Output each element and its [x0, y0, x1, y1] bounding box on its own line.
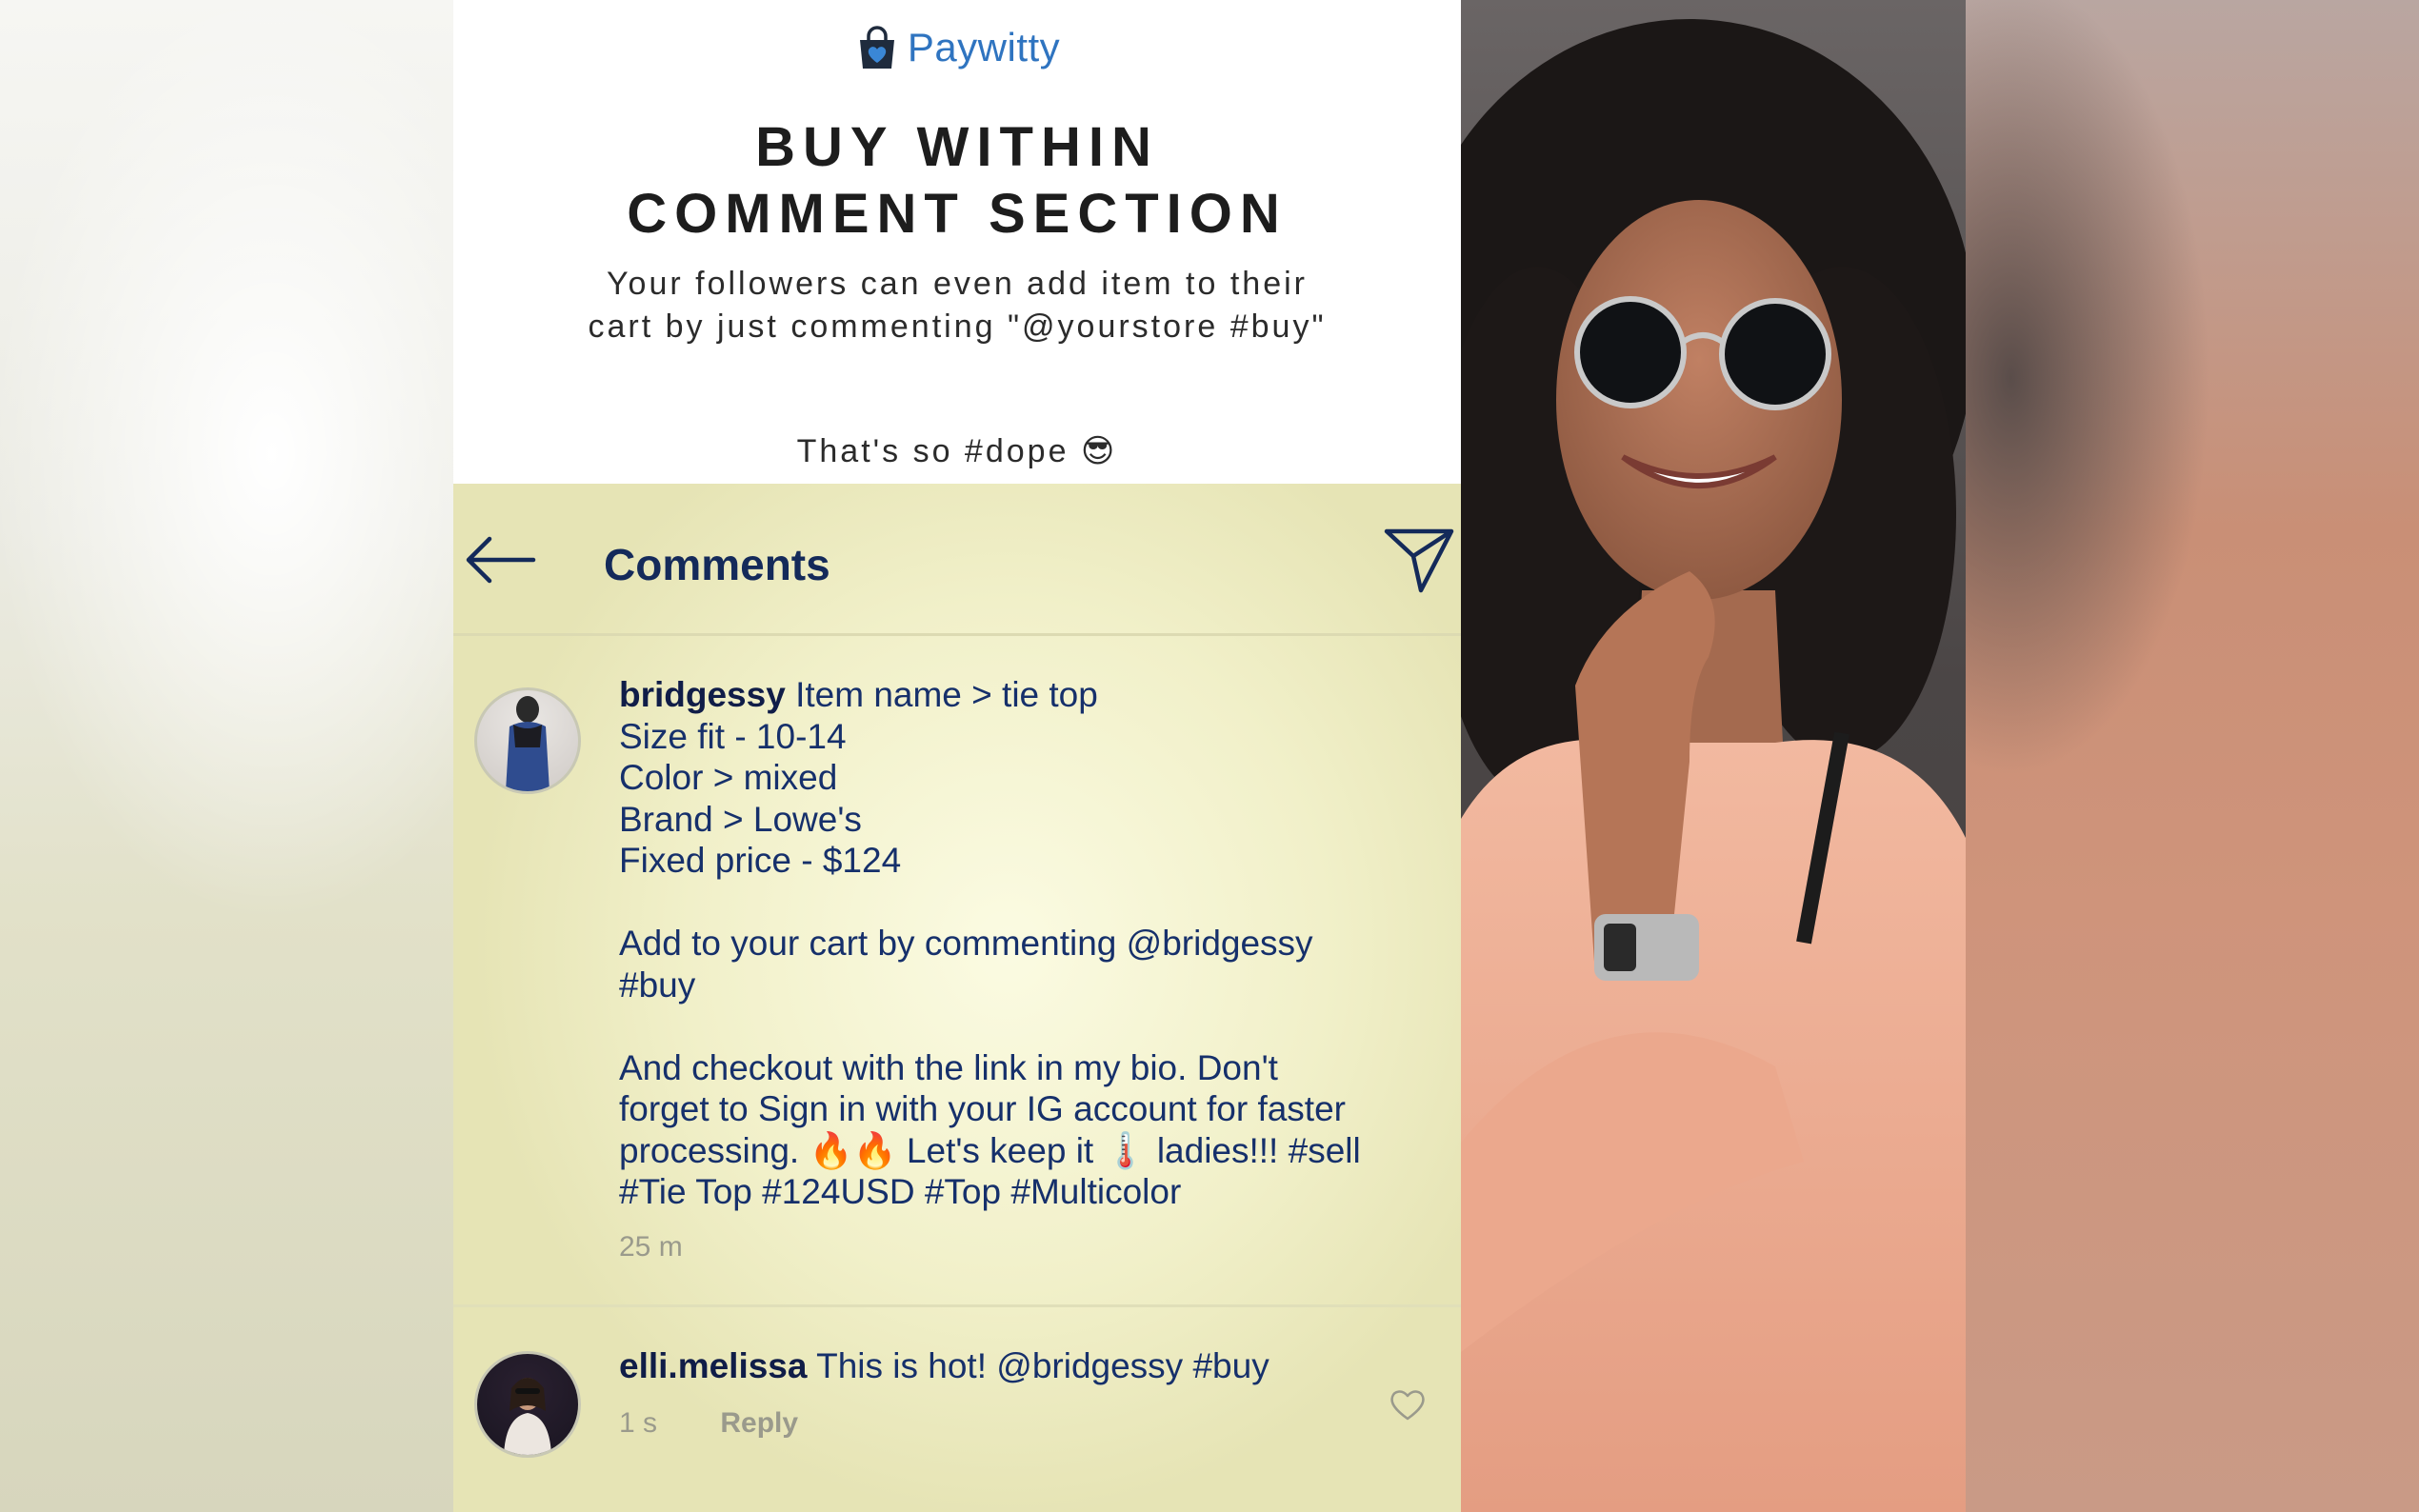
promo-header-panel: Paywitty BUY WITHIN COMMENT SECTION Your… [453, 0, 1461, 484]
brand-logo: Paywitty [453, 25, 1461, 70]
shopping-bag-heart-icon [859, 26, 894, 69]
comment-text: This is hot! @bridgessy #buy [816, 1346, 1269, 1385]
avatar[interactable] [474, 687, 581, 794]
tagline: That's so #dope 😎 [796, 433, 1118, 469]
comment-timestamp: 1 s [619, 1406, 658, 1439]
brand-name: Paywitty [907, 25, 1061, 70]
comment-line: And checkout with the link in my bio. Do… [619, 1047, 1278, 1087]
comment-item: elli.melissa This is hot! @bridgessy #bu… [453, 1304, 1461, 1458]
blurred-background-left [0, 0, 453, 1512]
comment-line: Fixed price - $124 [619, 841, 902, 880]
headline-line-1: BUY WITHIN [755, 116, 1159, 178]
comment-line: #Tie Top #124USD #Top #Multicolor [619, 1172, 1182, 1211]
comment-line: Brand > Lowe's [619, 799, 862, 839]
comment-timestamp: 25 m [619, 1230, 683, 1263]
comment-line: Size fit - 10-14 [619, 716, 847, 756]
headline: BUY WITHIN COMMENT SECTION [453, 114, 1461, 248]
woman-photo-illustration [1461, 19, 1966, 1512]
arrow-left-icon[interactable] [461, 531, 537, 588]
comment-text: Item name > tie top [795, 675, 1098, 714]
comment-line: #buy [619, 965, 696, 1005]
comments-title: Comments [604, 540, 830, 589]
comment-body: bridgessy Item name > tie top Size fit -… [619, 674, 1400, 1267]
comment-meta: 25 m [619, 1226, 1400, 1268]
comment-meta: 1 s Reply [619, 1403, 1400, 1444]
heart-outline-icon[interactable] [1389, 1387, 1427, 1422]
woman-photo [1461, 0, 1966, 1512]
subheadline: Your followers can even add item to thei… [588, 266, 1327, 345]
avatar-photo [506, 696, 550, 791]
instagram-comments-screenshot: Comments bridgessy Item name > tie top S… [453, 484, 1461, 1512]
comment-line: processing. 🔥🔥 Let's keep it 🌡️ ladies!!… [619, 1130, 1361, 1170]
headline-line-2: COMMENT SECTION [627, 183, 1288, 245]
paper-plane-icon[interactable] [1383, 526, 1455, 594]
avatar-photo [504, 1378, 551, 1455]
reply-button[interactable]: Reply [720, 1407, 798, 1439]
comment-line: Add to your cart by commenting @bridgess… [619, 924, 1313, 963]
comment-username[interactable]: bridgessy [619, 675, 786, 714]
avatar[interactable] [474, 1351, 581, 1458]
comment-line: bridgessy Item name > tie top [619, 674, 1400, 716]
comment-line: Color > mixed [619, 758, 838, 797]
comment-line: forget to Sign in with your IG account f… [619, 1089, 1346, 1128]
comment-username[interactable]: elli.melissa [619, 1346, 807, 1385]
comment-body: elli.melissa This is hot! @bridgessy #bu… [619, 1345, 1400, 1443]
comment-line: elli.melissa This is hot! @bridgessy #bu… [619, 1345, 1400, 1387]
blurred-background-right [1966, 0, 2419, 1512]
comments-header: Comments [453, 484, 1461, 636]
comment-spacer [619, 882, 1400, 924]
comment-spacer [619, 1005, 1400, 1047]
